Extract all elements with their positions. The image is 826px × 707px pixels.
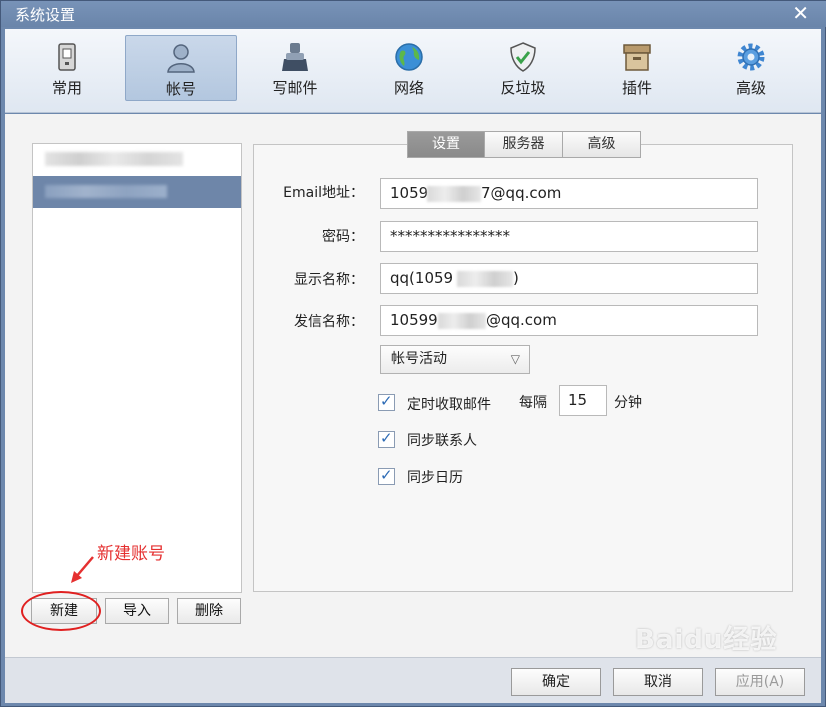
user-icon [167, 44, 195, 73]
toolbar-label-general: 常用 [51, 79, 82, 97]
annotation-arrow-icon [71, 556, 94, 583]
settings-content: 新建 导入 删除 新建账号 设置 服务器 高级 Email地址： 1059 7@q… [5, 114, 821, 657]
toolbar-item-account[interactable]: 帐号 [125, 35, 237, 101]
email-field[interactable]: 1059 7@qq.com [380, 178, 758, 209]
password-label: 密码： [322, 229, 364, 245]
box-icon [623, 44, 651, 71]
display-name-prefix: qq(1059 [390, 269, 454, 287]
tab-server[interactable]: 服务器 [484, 131, 563, 158]
redacted-text [427, 186, 481, 202]
email-value-prefix: 1059 [390, 184, 429, 202]
toolbar-label-network: 网络 [393, 79, 424, 97]
toolbar-item-compose[interactable]: 写邮件 [239, 35, 351, 101]
sender-name-suffix: @qq.com [486, 311, 557, 329]
toolbar-item-plugins[interactable]: 插件 [581, 35, 693, 101]
check-icon: ✓ [380, 392, 393, 410]
redacted-text [438, 313, 486, 329]
chevron-down-icon: ▽ [510, 352, 520, 366]
redacted-account [45, 185, 167, 198]
display-name-field[interactable]: qq(1059) [380, 263, 758, 294]
password-field[interactable]: **************** [380, 221, 758, 252]
toolbar-item-advanced[interactable]: 高级 [695, 35, 807, 101]
redacted-text [457, 271, 513, 287]
settings-window: 系统设置 ✕ 常用 帐号 写邮件 网络 反垃圾 插件 高级 新建 导入 删除 新… [0, 0, 826, 707]
sync-contacts-checkbox[interactable]: ✓ [378, 429, 395, 448]
minutes-label: 分钟 [614, 395, 642, 411]
tab-advanced[interactable]: 高级 [562, 131, 641, 158]
toolbar-label-compose: 写邮件 [272, 79, 318, 97]
account-row[interactable] [33, 144, 241, 176]
account-row-selected[interactable] [33, 176, 241, 208]
tab-settings[interactable]: 设置 [407, 131, 485, 158]
delete-button[interactable]: 删除 [177, 598, 241, 624]
close-icon[interactable]: ✕ [792, 2, 809, 24]
display-name-label: 显示名称： [294, 272, 364, 288]
import-button[interactable]: 导入 [105, 598, 169, 624]
phone-icon [58, 43, 76, 71]
check-icon: ✓ [380, 429, 393, 447]
cancel-button[interactable]: 取消 [613, 668, 703, 696]
sender-name-prefix: 10599 [390, 311, 438, 329]
toolbar-item-general[interactable]: 常用 [11, 35, 123, 101]
compose-icon [282, 43, 308, 71]
sender-name-field[interactable]: 10599 @qq.com [380, 305, 758, 336]
every-label: 每隔 [519, 395, 547, 411]
account-status-select[interactable]: 帐号活动 ▽ [380, 345, 530, 374]
toolbar-item-antispam[interactable]: 反垃圾 [467, 35, 579, 101]
email-value-suffix: 7@qq.com [481, 184, 562, 202]
email-label: Email地址： [283, 185, 364, 201]
display-name-suffix: ) [513, 269, 519, 287]
settings-toolbar: 常用 帐号 写邮件 网络 反垃圾 插件 高级 [5, 29, 821, 113]
dialog-footer: 确定 取消 应用(A) [5, 657, 821, 703]
title-bar: 系统设置 ✕ [1, 1, 826, 27]
shield-icon [510, 42, 536, 72]
check-icon: ✓ [380, 466, 393, 484]
toolbar-item-network[interactable]: 网络 [353, 35, 465, 101]
ok-button[interactable]: 确定 [511, 668, 601, 696]
globe-icon [395, 43, 423, 71]
status-select-value: 帐号活动 [391, 351, 447, 367]
auto-fetch-label: 定时收取邮件 [407, 397, 491, 413]
new-account-button[interactable]: 新建 [31, 598, 97, 624]
annotation-text: 新建账号 [97, 544, 165, 564]
toolbar-label-advanced: 高级 [735, 79, 766, 97]
sync-calendar-checkbox[interactable]: ✓ [378, 466, 395, 485]
toolbar-label-account: 帐号 [165, 80, 196, 98]
account-list [32, 143, 242, 593]
auto-fetch-checkbox[interactable]: ✓ [378, 392, 395, 411]
sync-calendar-label: 同步日历 [407, 470, 463, 486]
toolbar-label-antispam: 反垃圾 [500, 79, 546, 97]
sender-name-label: 发信名称： [294, 314, 364, 330]
interval-input[interactable]: 15 [559, 385, 607, 416]
gear-icon [737, 43, 765, 71]
apply-button[interactable]: 应用(A) [715, 668, 805, 696]
sync-contacts-label: 同步联系人 [407, 433, 477, 449]
toolbar-label-plugins: 插件 [621, 79, 652, 97]
window-title: 系统设置 [15, 6, 76, 24]
redacted-account [45, 152, 183, 166]
